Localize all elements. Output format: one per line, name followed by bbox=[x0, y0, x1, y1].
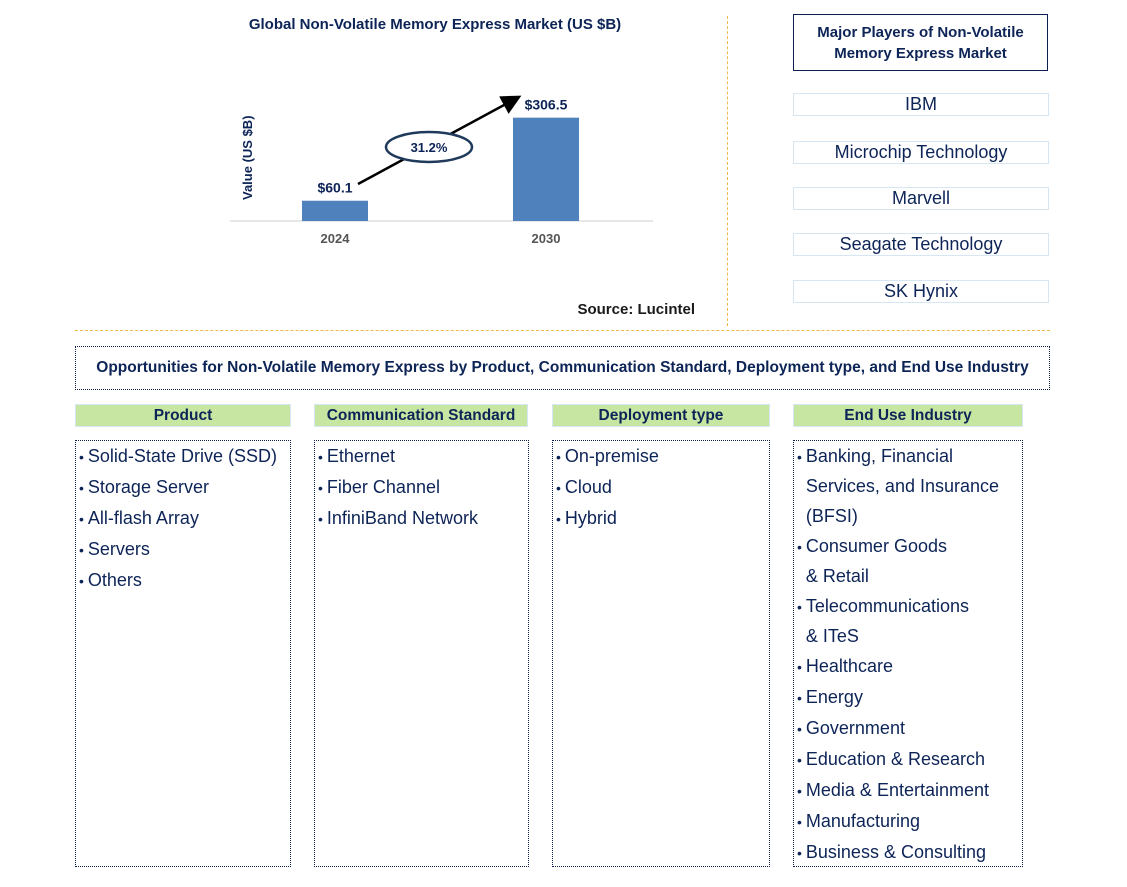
list-item-text: All-flash Array bbox=[87, 508, 199, 528]
player-item: IBM bbox=[793, 93, 1049, 116]
list-item-text: Solid-State Drive (SSD) bbox=[87, 446, 277, 466]
bullet-icon: • bbox=[318, 511, 323, 527]
list-item-text: Healthcare bbox=[805, 656, 893, 676]
bullet-icon: • bbox=[79, 449, 84, 465]
list-item: • Cloud bbox=[556, 472, 769, 503]
list-item-text: Hybrid bbox=[564, 508, 617, 528]
category-list-product: • Solid-State Drive (SSD) • Storage Server •… bbox=[75, 440, 291, 867]
category-header-communication-standard: Communication Standard bbox=[314, 404, 528, 427]
list-item: • Energy bbox=[797, 682, 1022, 713]
list-item: • Others bbox=[79, 565, 290, 596]
bullet-icon: • bbox=[797, 659, 802, 675]
list-item-text: On-premise bbox=[564, 446, 659, 466]
list-item-text: Media & Entertainment bbox=[805, 780, 989, 800]
source-label: Source: Lucintel bbox=[577, 301, 695, 318]
list-item-text: Cloud bbox=[564, 477, 612, 497]
list-item: • Fiber Channel bbox=[318, 472, 528, 503]
list-item: • Storage Server bbox=[79, 472, 290, 503]
list-item-text: Energy bbox=[805, 687, 863, 707]
bullet-icon: • bbox=[79, 480, 84, 496]
y-axis-label: Value (US $B) bbox=[240, 115, 255, 200]
list-item-text: Business & Consulting bbox=[805, 842, 987, 862]
bullet-icon: • bbox=[79, 573, 84, 589]
bullet-icon: • bbox=[797, 690, 802, 706]
list-item: • Telecommunications & ITeS bbox=[797, 591, 1022, 651]
player-item: Marvell bbox=[793, 187, 1049, 210]
list-item-text: InfiniBand Network bbox=[326, 508, 478, 528]
list-item-text: Banking, Financial Services, and Insuran… bbox=[805, 446, 1000, 526]
list-item: • On-premise bbox=[556, 441, 769, 472]
list-item-text: Education & Research bbox=[805, 749, 986, 769]
bullet-icon: • bbox=[318, 480, 323, 496]
list-item-text: Ethernet bbox=[326, 446, 395, 466]
bullet-icon: • bbox=[318, 449, 323, 465]
bullet-icon: • bbox=[556, 480, 561, 496]
bullet-icon: • bbox=[797, 449, 802, 465]
opportunities-title: Opportunities for Non-Volatile Memory Ex… bbox=[75, 346, 1050, 390]
players-title: Major Players of Non-Volatile Memory Exp… bbox=[793, 14, 1048, 71]
player-item: SK Hynix bbox=[793, 280, 1049, 303]
list-item: • Hybrid bbox=[556, 503, 769, 534]
category-list-deployment-type: • On-premise • Cloud • Hybrid bbox=[552, 440, 770, 867]
list-item: • Banking, Financial Services, and Insura… bbox=[797, 441, 1022, 531]
list-item-text: Others bbox=[87, 570, 142, 590]
list-item: • Government bbox=[797, 713, 1022, 744]
horizontal-divider bbox=[75, 330, 1050, 331]
list-item: • Ethernet bbox=[318, 441, 528, 472]
list-item-text: Government bbox=[805, 718, 905, 738]
list-item: • All-flash Array bbox=[79, 503, 290, 534]
bar-chart: Value (US $B) $60.1 2024 $306.5 2030 31.2% bbox=[230, 95, 653, 246]
category-list-communication-standard: • Ethernet • Fiber Channel • InfiniBand Netwo… bbox=[314, 440, 529, 867]
bullet-icon: • bbox=[797, 599, 802, 615]
x-tick-2030: 2030 bbox=[532, 231, 561, 246]
list-item: • Healthcare bbox=[797, 651, 1022, 682]
list-item: • Consumer Goods & Retail bbox=[797, 531, 1022, 591]
list-item-text: Manufacturing bbox=[805, 811, 920, 831]
list-item: • Education & Research bbox=[797, 744, 1022, 775]
list-item-text: Servers bbox=[87, 539, 150, 559]
data-label-2024: $60.1 bbox=[317, 180, 352, 196]
list-item: • Media & Entertainment bbox=[797, 775, 1022, 806]
category-header-end-use-industry: End Use Industry bbox=[793, 404, 1023, 427]
chart-title: Global Non-Volatile Memory Express Marke… bbox=[248, 16, 622, 33]
bullet-icon: • bbox=[797, 814, 802, 830]
list-item: • Solid-State Drive (SSD) bbox=[79, 441, 290, 472]
bullet-icon: • bbox=[797, 783, 802, 799]
category-list-end-use-industry: • Banking, Financial Services, and Insura… bbox=[793, 440, 1023, 867]
bullet-icon: • bbox=[79, 542, 84, 558]
list-item-text: Telecommunications & ITeS bbox=[805, 596, 969, 646]
bar-2024 bbox=[302, 200, 368, 221]
bullet-icon: • bbox=[797, 845, 802, 861]
bar-2030 bbox=[513, 117, 579, 221]
category-header-product: Product bbox=[75, 404, 291, 427]
player-item: Microchip Technology bbox=[793, 141, 1049, 164]
bullet-icon: • bbox=[797, 539, 802, 555]
bullet-icon: • bbox=[797, 721, 802, 737]
list-item-text: Storage Server bbox=[87, 477, 209, 497]
category-header-deployment-type: Deployment type bbox=[552, 404, 770, 427]
list-item: • Servers bbox=[79, 534, 290, 565]
cagr-label: 31.2% bbox=[411, 140, 448, 155]
list-item-text: Fiber Channel bbox=[326, 477, 440, 497]
list-item: • InfiniBand Network bbox=[318, 503, 528, 534]
data-label-2030: $306.5 bbox=[525, 97, 568, 113]
player-item: Seagate Technology bbox=[793, 233, 1049, 256]
list-item: • Manufacturing bbox=[797, 806, 1022, 837]
list-item: • Business & Consulting bbox=[797, 837, 1022, 868]
bullet-icon: • bbox=[556, 449, 561, 465]
bullet-icon: • bbox=[79, 511, 84, 527]
list-item-text: Consumer Goods & Retail bbox=[805, 536, 947, 586]
x-tick-2024: 2024 bbox=[321, 231, 351, 246]
vertical-divider bbox=[727, 16, 728, 326]
bullet-icon: • bbox=[797, 752, 802, 768]
bullet-icon: • bbox=[556, 511, 561, 527]
